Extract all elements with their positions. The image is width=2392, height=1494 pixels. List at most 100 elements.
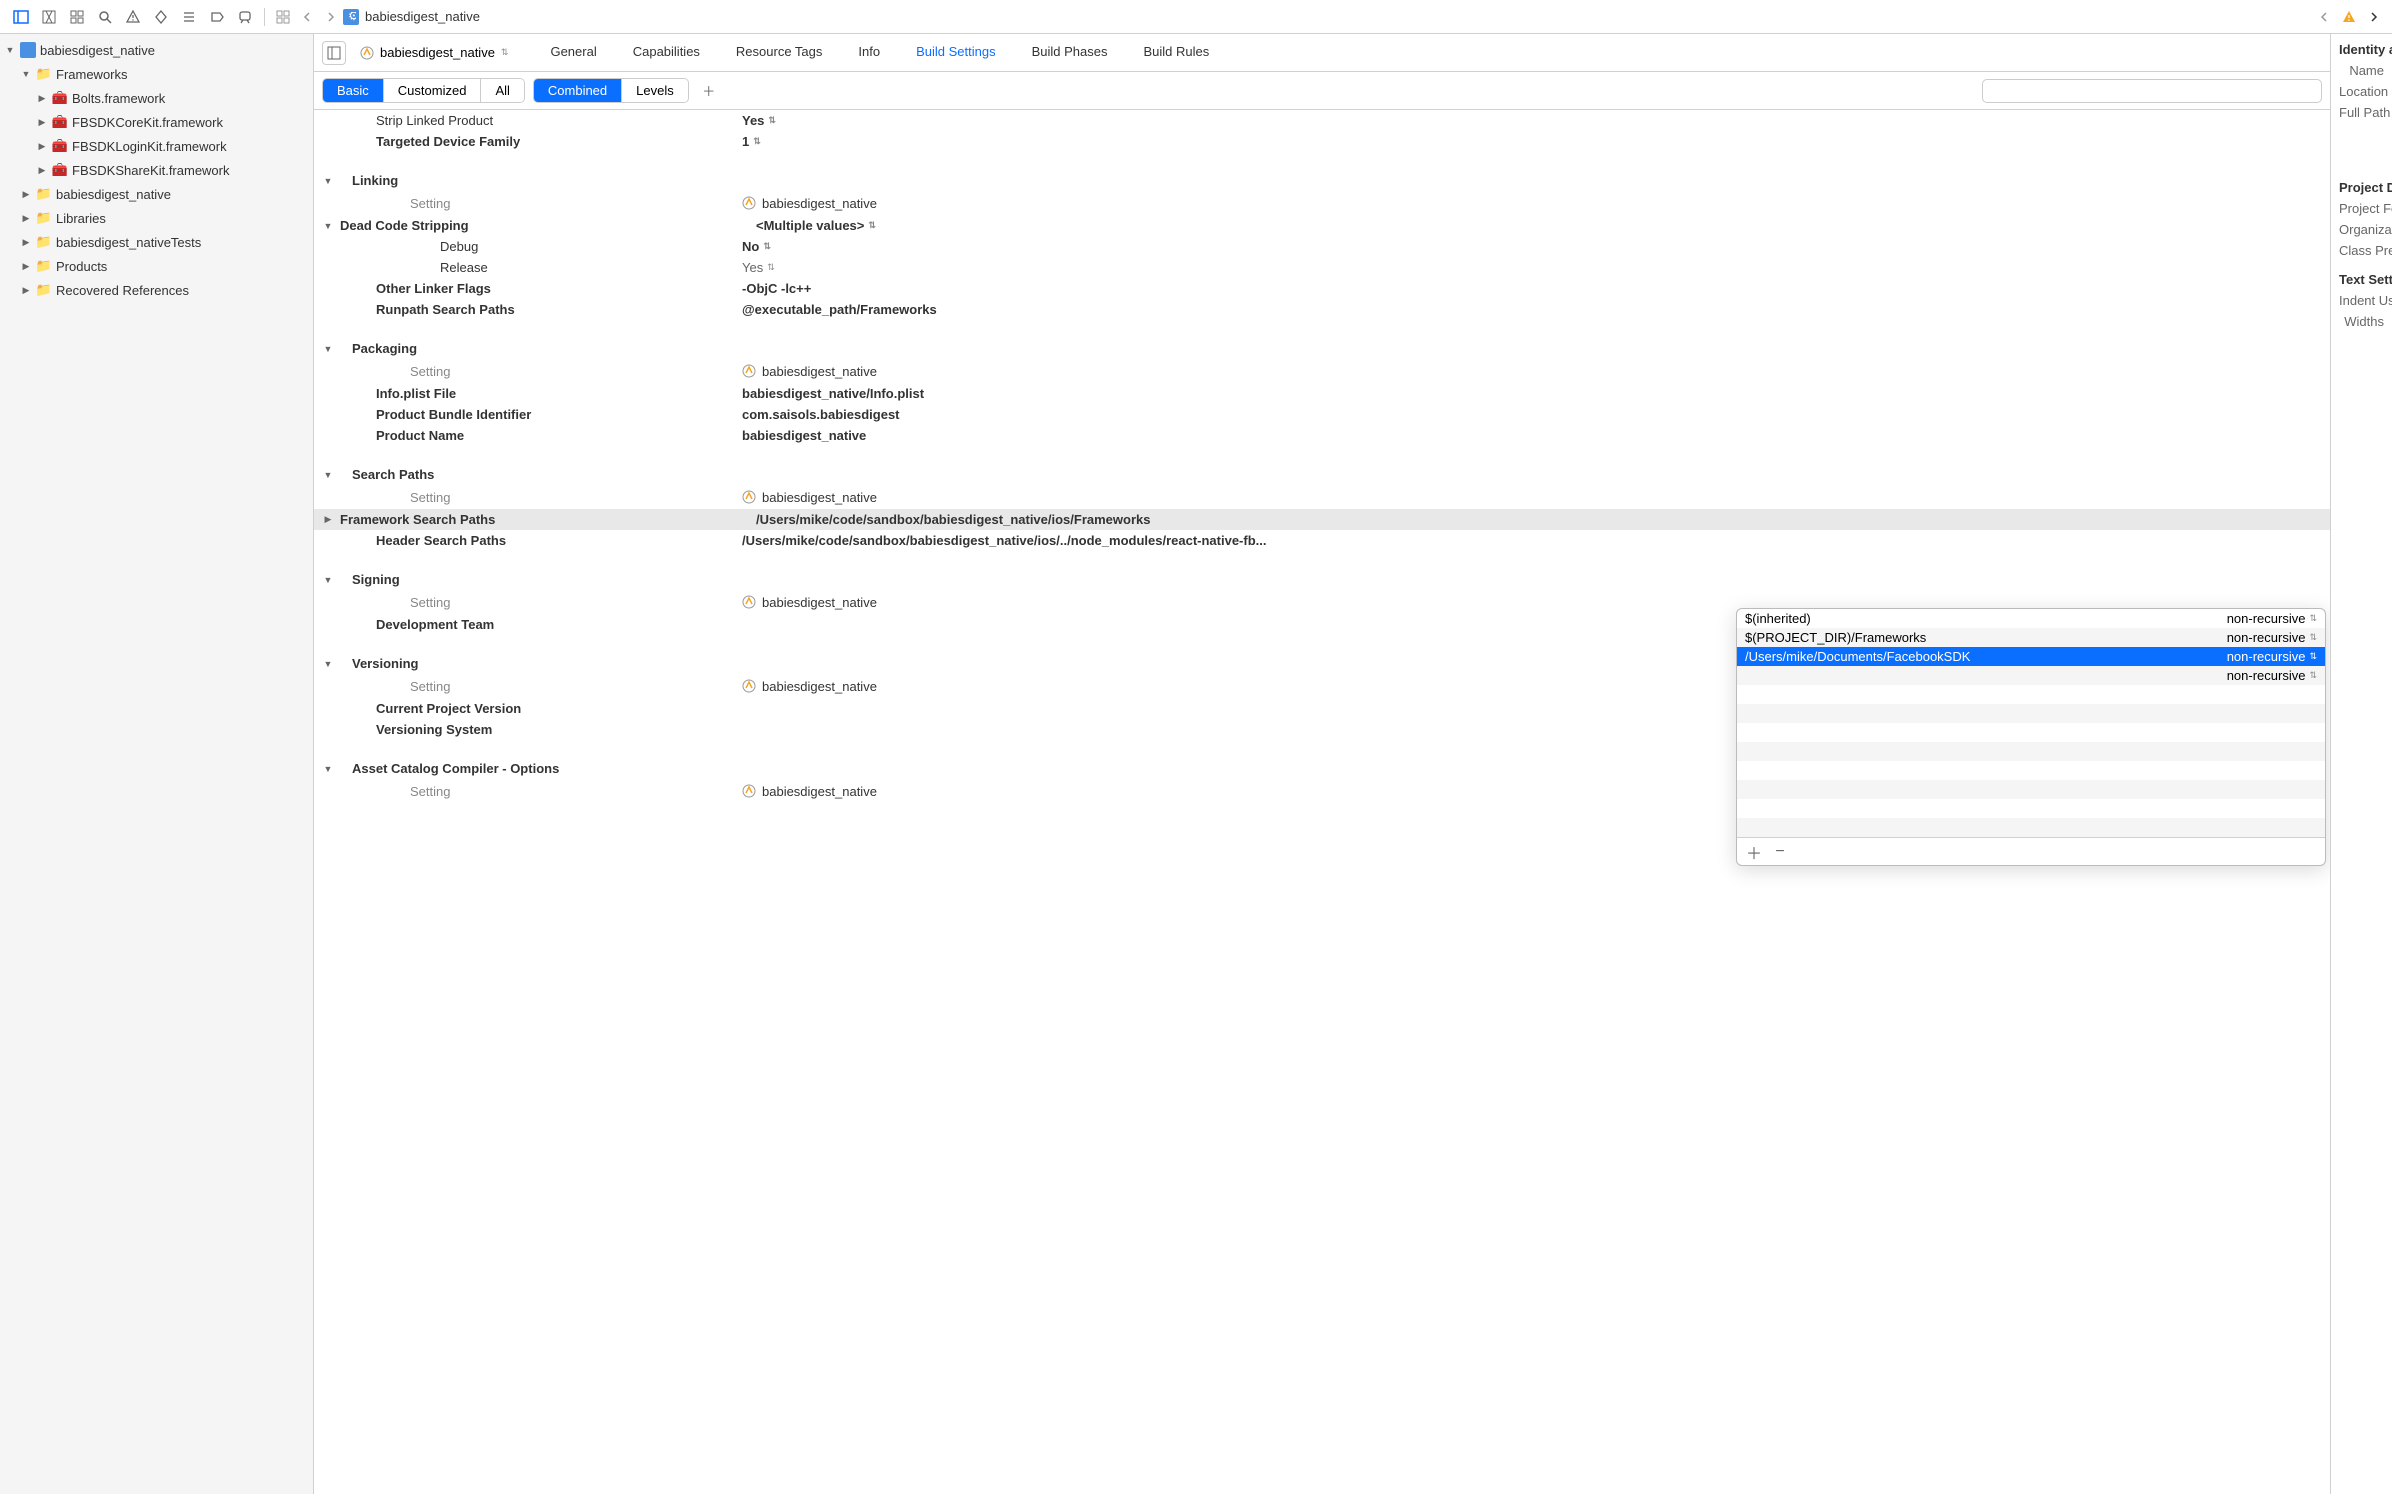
outline-toggle[interactable] [322,41,346,65]
section-search-paths[interactable]: ▼ Search Paths [314,464,2330,485]
debug-navigator-icon[interactable] [176,4,202,30]
disclosure-icon[interactable]: ▼ [322,344,334,354]
project-file-icon: ⚙ [343,9,359,25]
disclosure-icon[interactable]: ▼ [322,575,334,585]
disclosure-icon[interactable]: ▶ [36,141,48,152]
disclosure-icon[interactable]: ▼ [322,176,334,186]
nav-fw-bolts[interactable]: ▶ 🧰 Bolts.framework [0,86,313,110]
popover-list[interactable]: $(inherited) non-recursive ⇅ $(PROJECT_D… [1737,609,2325,837]
add-path-button[interactable]: ＋ [1745,843,1763,861]
dropdown-icon: ⇅ [501,47,509,58]
scope-customized[interactable]: Customized [383,79,481,102]
popover-row[interactable]: non-recursive ⇅ [1737,666,2325,685]
popover-row-empty[interactable] [1737,685,2325,704]
forward-icon[interactable] [321,7,341,27]
setting-framework-search-paths[interactable]: ▶ Framework Search Paths /Users/mike/cod… [314,509,2330,530]
view-levels[interactable]: Levels [621,79,688,102]
related-items-icon[interactable] [273,7,293,27]
popover-row[interactable]: $(PROJECT_DIR)/Frameworks non-recursive … [1737,628,2325,647]
section-packaging[interactable]: ▼ Packaging [314,338,2330,359]
popover-row-empty[interactable] [1737,799,2325,818]
nav-folder-libraries[interactable]: ▶ 📁 Libraries [0,206,313,230]
setting-product-name[interactable]: Product Name babiesdigest_native [314,425,2330,446]
popover-row-selected[interactable]: /Users/mike/Documents/FacebookSDK non-re… [1737,647,2325,666]
nav-folder-frameworks[interactable]: ▼ 📁 Frameworks [0,62,313,86]
popover-row-empty[interactable] [1737,704,2325,723]
disclosure-icon[interactable]: ▶ [36,165,48,176]
tab-build-rules[interactable]: Build Rules [1125,34,1227,72]
setting-info-plist[interactable]: Info.plist File babiesdigest_native/Info… [314,383,2330,404]
setting-header-search-paths[interactable]: Header Search Paths /Users/mike/code/san… [314,530,2330,551]
target-selector[interactable]: babiesdigest_native ⇅ [354,43,514,62]
remove-path-button[interactable]: − [1771,843,1789,861]
popover-row-empty[interactable] [1737,818,2325,837]
setting-targeted-device[interactable]: Targeted Device Family 1⇅ [314,131,2330,152]
scope-basic[interactable]: Basic [323,79,383,102]
nav-folder-tests[interactable]: ▶ 📁 babiesdigest_nativeTests [0,230,313,254]
view-combined[interactable]: Combined [534,79,621,102]
disclosure-icon[interactable]: ▶ [20,285,32,296]
nav-fw-sharekit[interactable]: ▶ 🧰 FBSDKShareKit.framework [0,158,313,182]
nav-folder-main[interactable]: ▶ 📁 babiesdigest_native [0,182,313,206]
back-icon[interactable] [297,7,317,27]
popover-row-empty[interactable] [1737,761,2325,780]
disclosure-icon[interactable]: ▶ [20,237,32,248]
tab-capabilities[interactable]: Capabilities [615,34,718,72]
scope-all[interactable]: All [480,79,523,102]
disclosure-icon[interactable]: ▶ [20,213,32,224]
issue-navigator-icon[interactable] [120,4,146,30]
disclosure-icon[interactable]: ▼ [20,69,32,79]
tab-build-settings[interactable]: Build Settings [898,34,1014,72]
disclosure-icon[interactable]: ▼ [322,470,334,480]
disclosure-icon[interactable]: ▶ [36,93,48,104]
disclosure-icon[interactable]: ▼ [322,659,334,669]
setting-other-linker[interactable]: Other Linker Flags -ObjC -lc++ [314,278,2330,299]
disclosure-icon[interactable]: ▼ [322,221,334,231]
breakpoint-navigator-icon[interactable] [204,4,230,30]
disclosure-icon[interactable]: ▼ [322,764,334,774]
project-navigator[interactable]: ▼ babiesdigest_native ▼ 📁 Frameworks ▶ 🧰… [0,34,314,1494]
setting-bundle-id[interactable]: Product Bundle Identifier com.saisols.ba… [314,404,2330,425]
disclosure-icon[interactable]: ▼ [4,45,16,55]
setting-dead-code-debug[interactable]: Debug No⇅ [314,236,2330,257]
disclosure-icon[interactable]: ▶ [20,261,32,272]
nav-fw-corekit[interactable]: ▶ 🧰 FBSDKCoreKit.framework [0,110,313,134]
popup-icon: ⇅ [2309,651,2317,662]
prev-issue-icon[interactable] [2314,7,2334,27]
jump-bar-file[interactable]: ⚙ babiesdigest_native [343,9,480,25]
popover-row-empty[interactable] [1737,780,2325,799]
setting-strip-linked[interactable]: Strip Linked Product Yes⇅ [314,110,2330,131]
tab-build-phases[interactable]: Build Phases [1014,34,1126,72]
project-navigator-icon[interactable] [8,4,34,30]
setting-dead-code-release[interactable]: Release Yes⇅ [314,257,2330,278]
search-input[interactable] [1982,79,2322,103]
setting-dead-code[interactable]: ▼ Dead Code Stripping <Multiple values>⇅ [314,215,2330,236]
disclosure-icon[interactable]: ▶ [36,117,48,128]
find-navigator-icon[interactable] [92,4,118,30]
popover-row-empty[interactable] [1737,742,2325,761]
warning-badge-icon[interactable] [2336,4,2362,30]
app-target-icon [742,196,756,210]
popover-row-empty[interactable] [1737,723,2325,742]
section-linking[interactable]: ▼ Linking [314,170,2330,191]
nav-fw-loginkit[interactable]: ▶ 🧰 FBSDKLoginKit.framework [0,134,313,158]
setting-runpath[interactable]: Runpath Search Paths @executable_path/Fr… [314,299,2330,320]
next-issue-icon[interactable] [2364,7,2384,27]
test-navigator-icon[interactable] [148,4,174,30]
symbol-navigator-icon[interactable] [64,4,90,30]
nav-root[interactable]: ▼ babiesdigest_native [0,38,313,62]
report-navigator-icon[interactable] [232,4,258,30]
disclosure-icon[interactable]: ▶ [322,514,334,525]
add-setting-button[interactable]: ＋ [697,79,721,103]
nav-folder-recovered[interactable]: ▶ 📁 Recovered References [0,278,313,302]
nav-folder-products[interactable]: ▶ 📁 Products [0,254,313,278]
tab-resource-tags[interactable]: Resource Tags [718,34,840,72]
tab-general[interactable]: General [532,34,614,72]
source-control-icon[interactable] [36,4,62,30]
disclosure-icon[interactable]: ▶ [20,189,32,200]
popover-row[interactable]: $(inherited) non-recursive ⇅ [1737,609,2325,628]
section-signing[interactable]: ▼ Signing [314,569,2330,590]
folder-icon: 📁 [36,66,52,82]
tab-info[interactable]: Info [840,34,898,72]
framework-icon: 🧰 [52,114,68,130]
